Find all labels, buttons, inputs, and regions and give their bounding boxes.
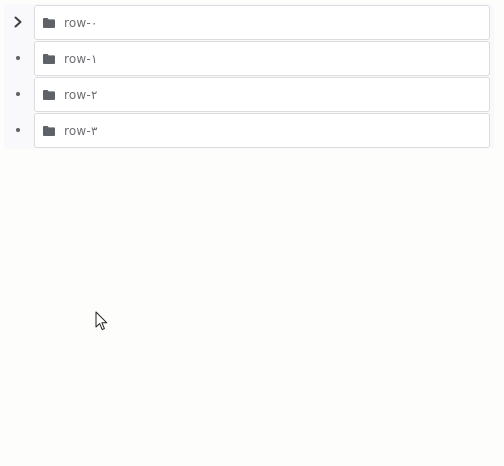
tree-row-1: row-١ xyxy=(4,40,494,76)
folder-icon xyxy=(43,53,55,64)
folder-icon xyxy=(43,17,55,28)
mouse-pointer-icon xyxy=(95,311,108,331)
tree-item-label: row-١ xyxy=(64,51,98,66)
expand-toggle[interactable] xyxy=(4,4,32,40)
folder-icon xyxy=(43,89,55,100)
bullet-icon xyxy=(16,92,20,96)
tree-item[interactable]: row-٢ xyxy=(34,77,490,112)
folder-icon xyxy=(43,125,55,136)
tree-row-0: row-٠ xyxy=(4,4,494,40)
bullet-marker xyxy=(4,112,32,148)
tree-item[interactable]: row-٣ xyxy=(34,113,490,148)
tree-item-label: row-٠ xyxy=(64,15,98,30)
tree-item-label: row-٢ xyxy=(64,87,98,102)
tree-item[interactable]: row-٠ xyxy=(34,5,490,40)
bullet-marker xyxy=(4,40,32,76)
tree-row-2: row-٢ xyxy=(4,76,494,112)
tree-item[interactable]: row-١ xyxy=(34,41,490,76)
chevron-right-icon xyxy=(14,16,22,28)
bullet-marker xyxy=(4,76,32,112)
bullet-icon xyxy=(16,128,20,132)
tree-row-3: row-٣ xyxy=(4,112,494,148)
tree-view: row-٠ row-١ row-٢ row-٣ xyxy=(4,4,494,149)
tree-item-label: row-٣ xyxy=(64,123,98,138)
bullet-icon xyxy=(16,56,20,60)
